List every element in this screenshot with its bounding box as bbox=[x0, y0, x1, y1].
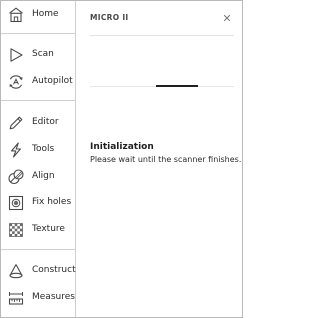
sidebar-item-label: Autopilot bbox=[32, 76, 73, 86]
home-icon bbox=[7, 6, 25, 24]
sidebar-item-construct[interactable]: Construct bbox=[1, 260, 76, 282]
sidebar-item-label: Measures bbox=[32, 292, 75, 302]
sidebar-item-label: Align bbox=[32, 171, 55, 181]
scan-play-icon bbox=[7, 46, 25, 64]
ruler-icon bbox=[7, 289, 25, 307]
lightning-icon bbox=[7, 141, 25, 159]
scanner-panel: MICRO II Initialization Please wait unti… bbox=[76, 1, 242, 317]
sidebar-item-label: Scan bbox=[32, 49, 54, 59]
sidebar-divider bbox=[1, 100, 75, 101]
close-icon[interactable] bbox=[222, 13, 232, 23]
pencil-icon bbox=[7, 114, 25, 132]
sidebar-item-fix-holes[interactable]: Fix holes bbox=[1, 192, 75, 214]
sidebar: Home Scan Autopilot Editor Tools Align F… bbox=[1, 1, 76, 317]
fix-holes-icon bbox=[7, 194, 25, 212]
sidebar-item-measures[interactable]: Measures bbox=[1, 287, 75, 309]
sidebar-item-home[interactable]: Home bbox=[1, 4, 75, 26]
sidebar-divider bbox=[1, 33, 75, 34]
sidebar-item-label: Texture bbox=[32, 224, 65, 234]
panel-title: MICRO II bbox=[90, 13, 129, 22]
sidebar-item-label: Fix holes bbox=[32, 197, 72, 207]
sidebar-item-align[interactable]: Align bbox=[1, 166, 75, 188]
status-message: Please wait until the scanner finishes. bbox=[90, 155, 242, 164]
sidebar-item-autopilot[interactable]: Autopilot bbox=[1, 71, 75, 93]
sidebar-item-texture[interactable]: Texture bbox=[1, 219, 75, 241]
texture-checker-icon bbox=[7, 221, 25, 239]
sidebar-item-label: Construct bbox=[32, 265, 76, 275]
sidebar-divider bbox=[1, 249, 75, 250]
status-title: Initialization bbox=[90, 142, 154, 152]
sidebar-item-label: Home bbox=[32, 9, 59, 19]
cone-icon bbox=[7, 262, 25, 280]
autopilot-icon bbox=[7, 73, 25, 91]
sidebar-item-editor[interactable]: Editor bbox=[1, 112, 75, 134]
scanner-app-window: Home Scan Autopilot Editor Tools Align F… bbox=[0, 0, 243, 318]
header-divider bbox=[90, 35, 234, 36]
sidebar-item-tools[interactable]: Tools bbox=[1, 139, 75, 161]
progress-indicator bbox=[156, 85, 198, 87]
sidebar-item-scan[interactable]: Scan bbox=[1, 44, 75, 66]
align-icon bbox=[7, 168, 25, 186]
sidebar-item-label: Editor bbox=[32, 117, 59, 127]
sidebar-item-label: Tools bbox=[32, 144, 55, 154]
